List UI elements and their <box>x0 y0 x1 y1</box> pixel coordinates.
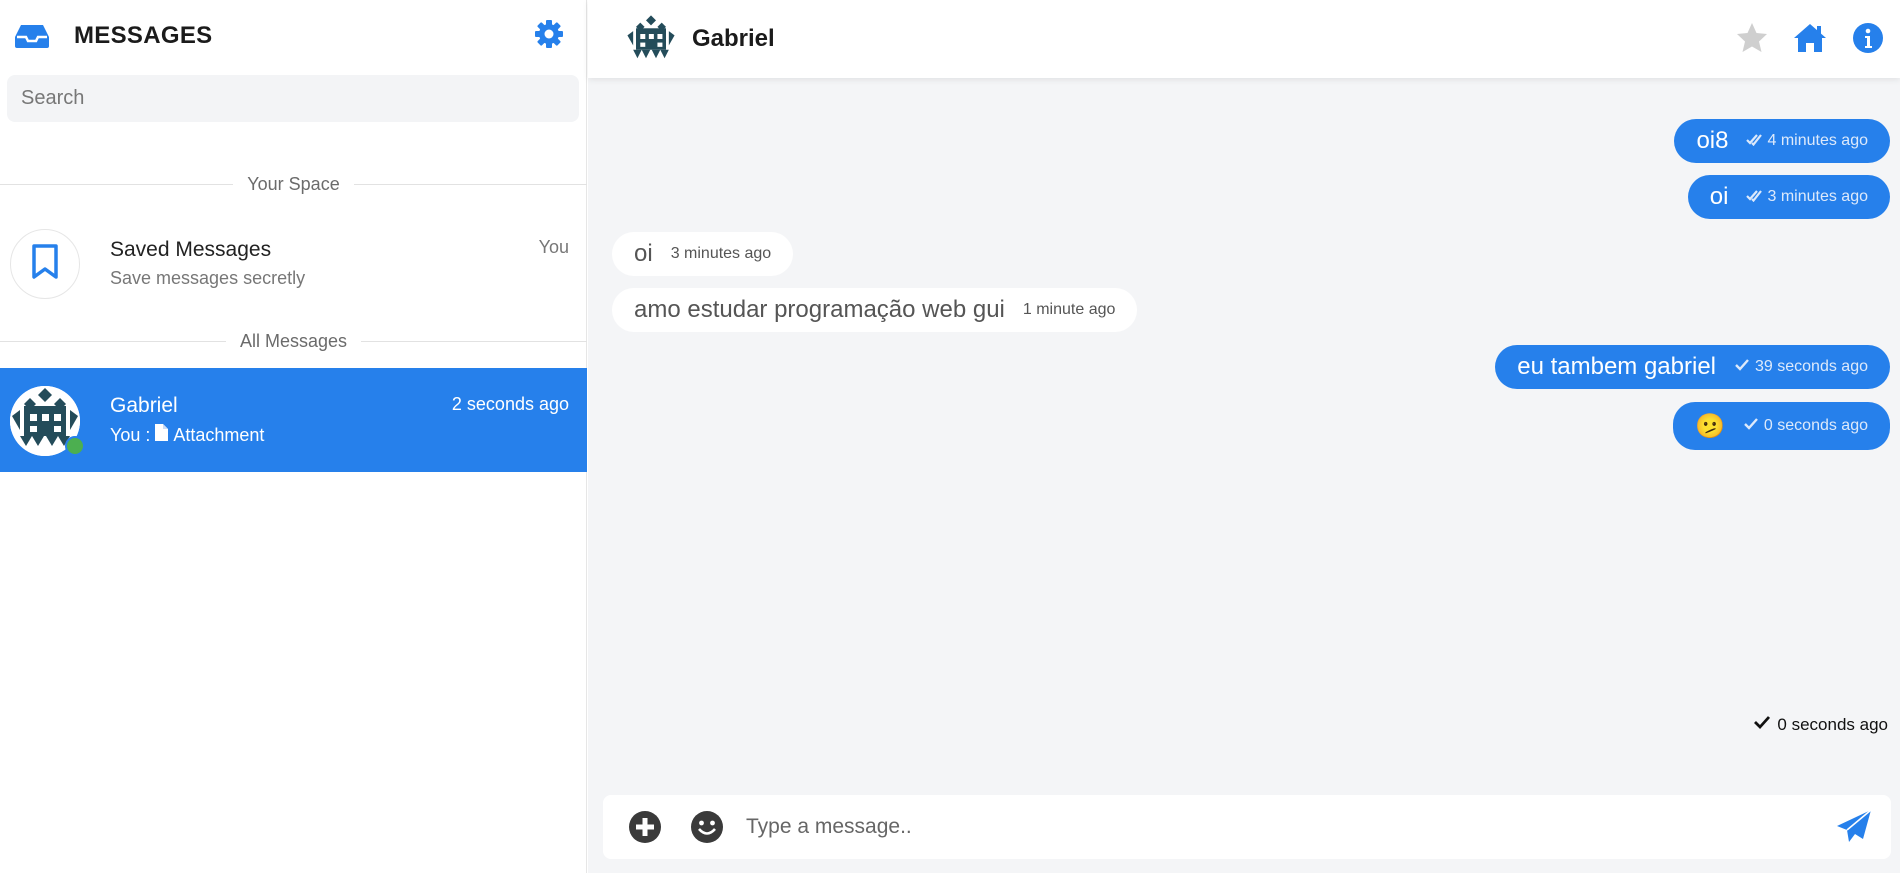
message-bubble-out[interactable]: oi 3 minutes ago <box>1687 175 1890 219</box>
message-meta: 4 minutes ago <box>1746 132 1868 151</box>
gear-icon[interactable] <box>534 19 564 49</box>
check-icon <box>1753 714 1771 735</box>
all-messages-divider: All Messages <box>0 329 587 353</box>
contact-avatar[interactable] <box>626 14 676 64</box>
message-emoji: 🫤 <box>1695 412 1725 440</box>
contact-time: 2 seconds ago <box>451 394 569 414</box>
message-time: 0 seconds ago <box>1763 417 1868 434</box>
check-icon <box>1743 417 1759 436</box>
delivery-status-time: 0 seconds ago <box>1777 714 1888 734</box>
online-indicator <box>65 436 85 456</box>
bookmark-icon <box>30 243 60 285</box>
message-meta: 3 minutes ago <box>671 245 772 263</box>
message-bubble-out[interactable]: eu tambem gabriel 39 seconds ago <box>1495 345 1890 389</box>
saved-messages-name: Saved Messages <box>110 238 272 261</box>
home-icon[interactable] <box>1792 20 1828 56</box>
plus-icon[interactable] <box>628 810 662 844</box>
emoji-icon[interactable] <box>690 810 724 844</box>
your-space-label: Your Space <box>247 173 340 194</box>
send-icon[interactable] <box>1835 808 1873 846</box>
inbox-icon <box>14 24 50 48</box>
message-bubble-in[interactable]: amo estudar programação web gui 1 minute… <box>612 288 1138 332</box>
double-check-icon <box>1746 188 1763 207</box>
sidebar: MESSAGES Your Space Saved Messages Save … <box>0 0 587 873</box>
message-time: 4 minutes ago <box>1767 132 1868 149</box>
message-time: 1 minute ago <box>1022 301 1116 318</box>
message-composer <box>603 795 1891 859</box>
search-input[interactable] <box>21 87 565 110</box>
message-meta: 0 seconds ago <box>1743 417 1868 436</box>
sidebar-header: MESSAGES <box>0 0 586 72</box>
your-space-divider: Your Space <box>0 172 587 196</box>
double-check-icon <box>1746 132 1763 151</box>
message-time: 3 minutes ago <box>670 245 772 262</box>
message-text: oi8 <box>1696 127 1729 154</box>
message-bubble-out[interactable]: 🫤 0 seconds ago <box>1673 402 1890 450</box>
saved-messages-avatar <box>10 229 80 299</box>
check-icon <box>1734 358 1750 377</box>
message-text: amo estudar programação web gui <box>634 296 1005 323</box>
message-text: oi <box>1709 183 1729 210</box>
header-actions <box>1734 20 1886 56</box>
preview-prefix: You : <box>110 424 151 445</box>
message-time: 39 seconds ago <box>1755 358 1868 375</box>
sidebar-title: MESSAGES <box>74 22 213 49</box>
message-time: 3 minutes ago <box>1767 188 1868 205</box>
saved-messages-subtitle: Save messages secretly <box>110 268 306 288</box>
preview-text: Attachment <box>173 424 265 445</box>
file-icon <box>155 424 169 446</box>
message-input[interactable] <box>746 815 1835 839</box>
chat-header: Gabriel <box>588 0 1900 78</box>
contact-item-gabriel[interactable]: Gabriel 2 seconds ago You : Attachment <box>0 368 587 472</box>
message-meta: 39 seconds ago <box>1734 358 1868 377</box>
message-bubble-in[interactable]: oi 3 minutes ago <box>612 232 794 276</box>
saved-messages-item[interactable]: Saved Messages Save messages secretly Yo… <box>0 224 587 304</box>
contact-name: Gabriel <box>110 394 178 417</box>
message-meta: 3 minutes ago <box>1746 188 1868 207</box>
info-icon[interactable] <box>1850 20 1886 56</box>
star-icon[interactable] <box>1734 20 1770 56</box>
contact-preview: You : Attachment <box>110 424 264 446</box>
chat-panel: Gabriel oi8 4 minutes ago oi 3 minutes a… <box>588 0 1900 873</box>
all-messages-label: All Messages <box>239 330 348 351</box>
message-bubble-out[interactable]: oi8 4 minutes ago <box>1674 119 1890 163</box>
message-meta: 1 minute ago <box>1023 301 1116 319</box>
message-text: eu tambem gabriel <box>1517 353 1717 380</box>
chat-contact-name: Gabriel <box>692 25 775 52</box>
delivery-status: 0 seconds ago <box>1753 714 1888 735</box>
message-text: oi <box>634 240 653 267</box>
saved-messages-tag: You <box>538 237 569 257</box>
search-box[interactable] <box>7 75 579 122</box>
